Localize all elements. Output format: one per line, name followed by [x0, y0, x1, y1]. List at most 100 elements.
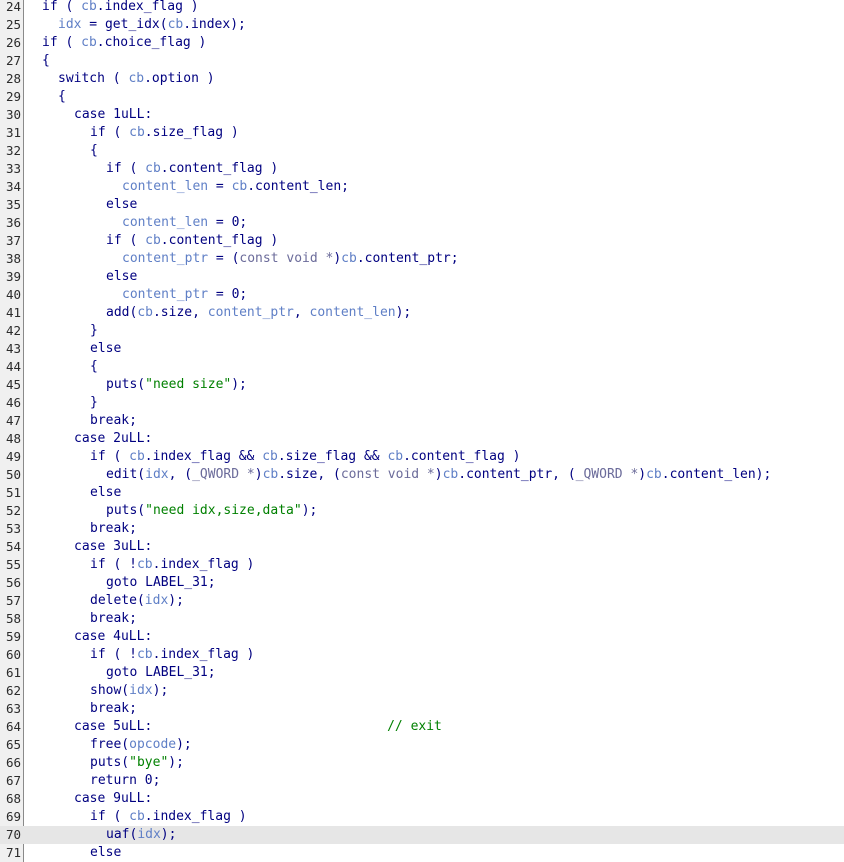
code-line[interactable]: 45 puts("need size");	[0, 376, 844, 394]
variable-token[interactable]: cb	[168, 17, 184, 32]
code-text[interactable]: goto LABEL_31;	[106, 664, 216, 682]
variable-token[interactable]: content_len	[122, 179, 208, 194]
code-text[interactable]: content_ptr = (const void *)cb.content_p…	[122, 250, 459, 268]
code-token[interactable]: .index);	[183, 17, 246, 32]
variable-token[interactable]: cb	[443, 467, 459, 482]
code-text[interactable]: if ( cb.index_flag )	[42, 0, 199, 16]
code-text[interactable]: if ( cb.index_flag && cb.size_flag && cb…	[90, 448, 521, 466]
code-text[interactable]: show(idx);	[90, 682, 168, 700]
variable-token[interactable]: cb	[137, 647, 153, 662]
code-line[interactable]: 49 if ( cb.index_flag && cb.size_flag && …	[0, 448, 844, 466]
code-token[interactable]: break;	[90, 413, 137, 428]
variable-token[interactable]: idx	[129, 683, 152, 698]
code-token[interactable]: )	[255, 467, 263, 482]
variable-token[interactable]: cb	[262, 449, 278, 464]
variable-token[interactable]: content_ptr	[122, 287, 208, 302]
code-token[interactable]: , (	[169, 467, 192, 482]
code-text[interactable]: delete(idx);	[90, 592, 184, 610]
code-token[interactable]: puts(	[106, 377, 145, 392]
code-text[interactable]: break;	[90, 412, 137, 430]
code-token[interactable]: case 5uLL:	[74, 719, 152, 734]
code-token[interactable]: .size, (	[278, 467, 341, 482]
code-text[interactable]: {	[90, 142, 98, 160]
code-token[interactable]: .content_len);	[662, 467, 772, 482]
code-line[interactable]: 51 else	[0, 484, 844, 502]
code-line[interactable]: 59 case 4uLL:	[0, 628, 844, 646]
code-token[interactable]: if (	[90, 809, 129, 824]
code-token[interactable]: break;	[90, 521, 137, 536]
code-line[interactable]: 34 content_len = cb.content_len;	[0, 178, 844, 196]
variable-token[interactable]: cb	[341, 251, 357, 266]
code-token[interactable]: case 4uLL:	[74, 629, 152, 644]
code-token[interactable]: if ( !	[90, 557, 137, 572]
code-line[interactable]: 25 idx = get_idx(cb.index);	[0, 16, 844, 34]
code-text[interactable]: if ( !cb.index_flag )	[90, 556, 254, 574]
variable-token[interactable]: cb	[232, 179, 248, 194]
variable-token[interactable]: cb	[263, 467, 279, 482]
code-token[interactable]: .content_len;	[247, 179, 349, 194]
string-literal[interactable]: "need idx,size,data"	[145, 503, 302, 518]
code-text[interactable]: }	[90, 394, 98, 412]
code-token[interactable]: .index_flag )	[153, 647, 255, 662]
code-token[interactable]: uaf(	[106, 827, 137, 842]
code-line[interactable]: 29 {	[0, 88, 844, 106]
code-line[interactable]: 58 break;	[0, 610, 844, 628]
code-token[interactable]: );	[168, 755, 184, 770]
code-text[interactable]: {	[42, 52, 50, 70]
code-text[interactable]: case 2uLL:	[74, 430, 152, 448]
code-token[interactable]: goto LABEL_31;	[106, 665, 216, 680]
code-text[interactable]: content_len = 0;	[122, 214, 247, 232]
code-text[interactable]: if ( cb.content_flag )	[106, 160, 278, 178]
variable-token[interactable]: idx	[145, 593, 168, 608]
code-text[interactable]: else	[90, 844, 121, 862]
code-text[interactable]: if ( cb.index_flag )	[90, 808, 247, 826]
code-text[interactable]: puts("need size");	[106, 376, 247, 394]
code-line[interactable]: 30 case 1uLL:	[0, 106, 844, 124]
code-token[interactable]: add(	[106, 305, 137, 320]
variable-token[interactable]: cb	[129, 449, 145, 464]
type-cast-token[interactable]: _QWORD *	[576, 467, 639, 482]
code-text[interactable]: switch ( cb.option )	[58, 70, 215, 88]
code-line[interactable]: 37 if ( cb.content_flag )	[0, 232, 844, 250]
code-text[interactable]: else	[90, 484, 121, 502]
code-token[interactable]: .index_flag )	[97, 0, 199, 14]
variable-token[interactable]: cb	[137, 557, 153, 572]
code-token[interactable]: .size_flag )	[145, 125, 239, 140]
code-line[interactable]: 27 {	[0, 52, 844, 70]
code-text[interactable]: case 9uLL:	[74, 790, 152, 808]
code-line[interactable]: 56 goto LABEL_31;	[0, 574, 844, 592]
code-line[interactable]: 47 break;	[0, 412, 844, 430]
code-token[interactable]: .size,	[153, 305, 208, 320]
code-text[interactable]: else	[106, 196, 137, 214]
code-token[interactable]: .option )	[144, 71, 214, 86]
code-token[interactable]: goto LABEL_31;	[106, 575, 216, 590]
code-line[interactable]: 33 if ( cb.content_flag )	[0, 160, 844, 178]
code-token[interactable]: = 0;	[208, 215, 247, 230]
code-token[interactable]: .content_ptr;	[357, 251, 459, 266]
code-line[interactable]: 43 else	[0, 340, 844, 358]
code-token[interactable]: .content_flag )	[161, 233, 278, 248]
code-line[interactable]: 39 else	[0, 268, 844, 286]
code-text[interactable]: if ( cb.size_flag )	[90, 124, 239, 142]
code-token[interactable]: .index_flag )	[145, 809, 247, 824]
code-text[interactable]: break;	[90, 520, 137, 538]
variable-token[interactable]: content_ptr	[122, 251, 208, 266]
type-cast-token[interactable]: const void *	[341, 467, 435, 482]
code-text[interactable]: break;	[90, 700, 137, 718]
code-line[interactable]: 61 goto LABEL_31;	[0, 664, 844, 682]
code-token[interactable]: );	[153, 683, 169, 698]
code-token[interactable]: if (	[106, 233, 145, 248]
code-token[interactable]: break;	[90, 611, 137, 626]
code-line[interactable]: 48 case 2uLL:	[0, 430, 844, 448]
variable-token[interactable]: content_ptr	[208, 305, 294, 320]
code-text[interactable]: content_ptr = 0;	[122, 286, 247, 304]
code-line[interactable]: 67 return 0;	[0, 772, 844, 790]
variable-token[interactable]: cb	[128, 71, 144, 86]
code-line[interactable]: 41 add(cb.size, content_ptr, content_len)…	[0, 304, 844, 322]
code-line[interactable]: 24 if ( cb.index_flag )	[0, 0, 844, 16]
code-token[interactable]: delete(	[90, 593, 145, 608]
type-cast-token[interactable]: const void *	[239, 251, 333, 266]
code-text[interactable]: else	[106, 268, 137, 286]
code-token[interactable]: else	[106, 197, 137, 212]
code-text[interactable]: add(cb.size, content_ptr, content_len);	[106, 304, 411, 322]
